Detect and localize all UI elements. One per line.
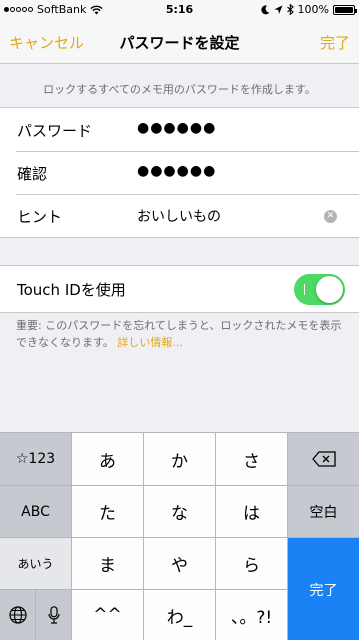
password-form: パスワード ●●●●●● 確認 ●●●●●● ヒント おいしいもの ✕ bbox=[0, 107, 359, 238]
confirm-label: 確認 bbox=[17, 165, 48, 183]
space-key[interactable]: 空白 bbox=[288, 486, 359, 538]
battery-fill bbox=[335, 6, 353, 13]
kana-key[interactable]: あいう bbox=[0, 538, 72, 590]
globe-key[interactable] bbox=[0, 590, 36, 640]
password-label: パスワード bbox=[17, 122, 93, 140]
key-a[interactable]: あ bbox=[72, 433, 144, 486]
status-right: 100% bbox=[260, 3, 357, 16]
hint-field[interactable]: おいしいもの bbox=[137, 206, 221, 226]
touch-id-label: Touch IDを使用 bbox=[17, 281, 126, 299]
kana-keyboard: ☆123 あ か さ ABC た な は 空白 あいう ま や ら ^^ わ_ … bbox=[0, 432, 359, 640]
globe-icon bbox=[8, 606, 27, 624]
toggle-knob bbox=[316, 276, 343, 303]
key-ta[interactable]: た bbox=[72, 486, 144, 538]
key-ma[interactable]: ま bbox=[72, 538, 144, 590]
backspace-key[interactable] bbox=[288, 433, 359, 486]
status-bar: SoftBank 5:16 100% bbox=[0, 0, 359, 20]
key-ra[interactable]: ら bbox=[216, 538, 288, 590]
bluetooth-icon bbox=[286, 4, 294, 15]
abc-key[interactable]: ABC bbox=[0, 486, 72, 538]
key-dakuten[interactable]: ^^ bbox=[72, 590, 144, 640]
confirm-field[interactable]: ●●●●●● bbox=[137, 163, 216, 179]
password-field[interactable]: ●●●●●● bbox=[137, 120, 216, 136]
touch-id-row: Touch IDを使用 bbox=[0, 266, 359, 312]
touch-id-toggle[interactable] bbox=[294, 274, 345, 305]
moon-icon bbox=[260, 4, 270, 14]
toggle-on-mark bbox=[304, 284, 305, 295]
page-title: パスワードを設定 bbox=[119, 34, 240, 52]
password-row[interactable]: パスワード ●●●●●● bbox=[0, 108, 359, 151]
clear-icon[interactable]: ✕ bbox=[324, 210, 337, 223]
touch-id-group: Touch IDを使用 bbox=[0, 265, 359, 313]
footer-note: 重要: このパスワードを忘れてしまうと、ロックされたメモを表示できなくなります。… bbox=[16, 317, 351, 351]
navigation-bar: キャンセル パスワードを設定 完了 bbox=[0, 20, 359, 64]
key-sa[interactable]: さ bbox=[216, 433, 288, 486]
learn-more-link[interactable]: 詳しい情報... bbox=[117, 336, 183, 349]
key-ya[interactable]: や bbox=[144, 538, 216, 590]
microphone-key[interactable] bbox=[36, 590, 72, 640]
section-header-note: ロックするすべてのメモ用のパスワードを作成します。 bbox=[43, 83, 316, 96]
hint-label: ヒント bbox=[17, 208, 63, 226]
keyboard-done-key[interactable]: 完了 bbox=[288, 538, 359, 640]
key-na[interactable]: な bbox=[144, 486, 216, 538]
location-arrow-icon bbox=[274, 5, 283, 14]
key-wa[interactable]: わ_ bbox=[144, 590, 216, 640]
key-punctuation[interactable]: 、。?! bbox=[216, 590, 288, 640]
key-ha[interactable]: は bbox=[216, 486, 288, 538]
microphone-icon bbox=[47, 606, 60, 624]
battery-percent: 100% bbox=[297, 3, 329, 16]
hint-row[interactable]: ヒント おいしいもの ✕ bbox=[0, 194, 359, 237]
backspace-icon bbox=[311, 451, 336, 467]
confirm-row[interactable]: 確認 ●●●●●● bbox=[0, 151, 359, 194]
battery-icon bbox=[333, 4, 357, 15]
key-ka[interactable]: か bbox=[144, 433, 216, 486]
done-button[interactable]: 完了 bbox=[320, 32, 350, 53]
symbols-key[interactable]: ☆123 bbox=[0, 433, 72, 486]
